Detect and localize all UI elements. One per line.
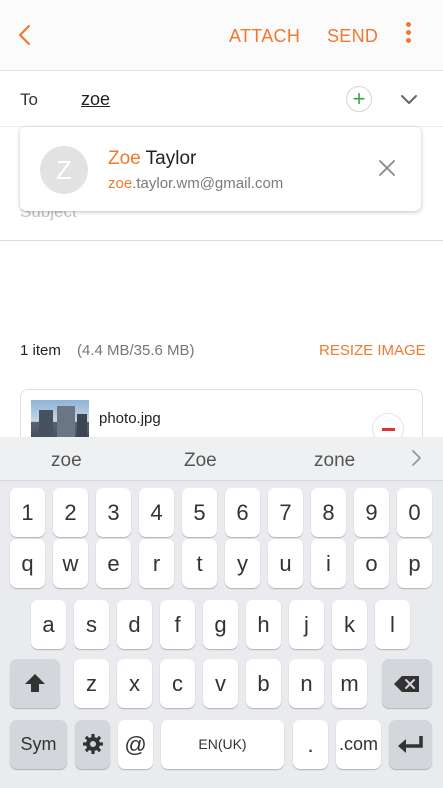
prediction-3[interactable]: zone: [314, 450, 355, 472]
key-x[interactable]: x: [117, 659, 152, 708]
at-key[interactable]: @: [118, 720, 153, 769]
key-s[interactable]: s: [74, 600, 109, 649]
attachment-count: 1 item: [20, 342, 61, 359]
dotcom-key[interactable]: .com: [336, 720, 381, 769]
chevron-right-icon[interactable]: [410, 449, 422, 467]
key-t[interactable]: t: [182, 539, 217, 588]
key-u[interactable]: u: [268, 539, 303, 588]
name-rest: Taylor: [140, 148, 197, 169]
to-row: To zoe +: [0, 70, 443, 126]
key-j[interactable]: j: [289, 600, 324, 649]
contact-name: Zoe Taylor: [108, 148, 196, 170]
key-w[interactable]: w: [53, 539, 88, 588]
divider: [0, 240, 443, 241]
enter-key[interactable]: [389, 720, 432, 769]
key-1[interactable]: 1: [10, 488, 45, 537]
enter-icon: [397, 736, 423, 753]
key-3[interactable]: 3: [96, 488, 131, 537]
key-0[interactable]: 0: [397, 488, 432, 537]
shift-icon: [25, 674, 45, 692]
backspace-key[interactable]: [382, 659, 432, 708]
more-vert-icon[interactable]: [398, 22, 418, 48]
email-rest: .taylor.wm@gmail.com: [132, 175, 284, 192]
email-match: zoe: [108, 175, 133, 192]
key-m[interactable]: m: [332, 659, 367, 708]
add-icon[interactable]: +: [346, 86, 372, 112]
gear-icon: [82, 734, 103, 754]
key-a[interactable]: a: [31, 600, 66, 649]
key-p[interactable]: p: [397, 539, 432, 588]
key-l[interactable]: l: [375, 600, 410, 649]
key-8[interactable]: 8: [311, 488, 346, 537]
key-2[interactable]: 2: [53, 488, 88, 537]
key-g[interactable]: g: [203, 600, 238, 649]
app-bar: ATTACH SEND: [0, 0, 443, 70]
name-match: Zoe: [108, 148, 141, 169]
contact-suggestion[interactable]: Z Zoe Taylor zoe.taylor.wm@gmail.com: [20, 127, 421, 211]
key-6[interactable]: 6: [225, 488, 260, 537]
contact-email: zoe.taylor.wm@gmail.com: [108, 175, 283, 192]
key-f[interactable]: f: [160, 600, 195, 649]
key-d[interactable]: d: [117, 600, 152, 649]
key-q[interactable]: q: [10, 539, 45, 588]
key-4[interactable]: 4: [139, 488, 174, 537]
sym-key[interactable]: Sym: [10, 720, 67, 769]
key-r[interactable]: r: [139, 539, 174, 588]
key-o[interactable]: o: [354, 539, 389, 588]
attachment-name: photo.jpg: [99, 410, 161, 427]
key-5[interactable]: 5: [182, 488, 217, 537]
prediction-2[interactable]: Zoe: [184, 450, 217, 472]
shift-key[interactable]: [10, 659, 60, 708]
key-b[interactable]: b: [246, 659, 281, 708]
key-n[interactable]: n: [289, 659, 324, 708]
attach-button[interactable]: ATTACH: [229, 26, 300, 47]
key-7[interactable]: 7: [268, 488, 303, 537]
key-9[interactable]: 9: [354, 488, 389, 537]
send-button[interactable]: SEND: [327, 26, 378, 47]
resize-image-button[interactable]: RESIZE IMAGE: [319, 342, 426, 359]
backspace-icon: [394, 676, 419, 692]
back-arrow-icon[interactable]: [14, 22, 38, 48]
key-z[interactable]: z: [74, 659, 109, 708]
settings-key[interactable]: [75, 720, 110, 769]
key-h[interactable]: h: [246, 600, 281, 649]
key-c[interactable]: c: [160, 659, 195, 708]
attachment-size: (4.4 MB/35.6 MB): [77, 342, 195, 359]
keyboard: zoe Zoe zone 1 2 3 4 5 6 7 8 9 0 q w e r…: [0, 437, 443, 788]
key-v[interactable]: v: [203, 659, 238, 708]
avatar: Z: [40, 146, 88, 194]
space-key[interactable]: EN(UK): [161, 720, 284, 769]
period-key[interactable]: .: [293, 720, 328, 769]
key-i[interactable]: i: [311, 539, 346, 588]
prediction-bar: zoe Zoe zone: [0, 437, 443, 481]
key-k[interactable]: k: [332, 600, 367, 649]
key-e[interactable]: e: [96, 539, 131, 588]
close-icon[interactable]: [377, 158, 397, 178]
to-label: To: [20, 90, 38, 109]
to-input[interactable]: zoe: [81, 89, 110, 110]
prediction-1[interactable]: zoe: [51, 450, 82, 472]
chevron-down-icon[interactable]: [398, 89, 420, 109]
key-y[interactable]: y: [225, 539, 260, 588]
